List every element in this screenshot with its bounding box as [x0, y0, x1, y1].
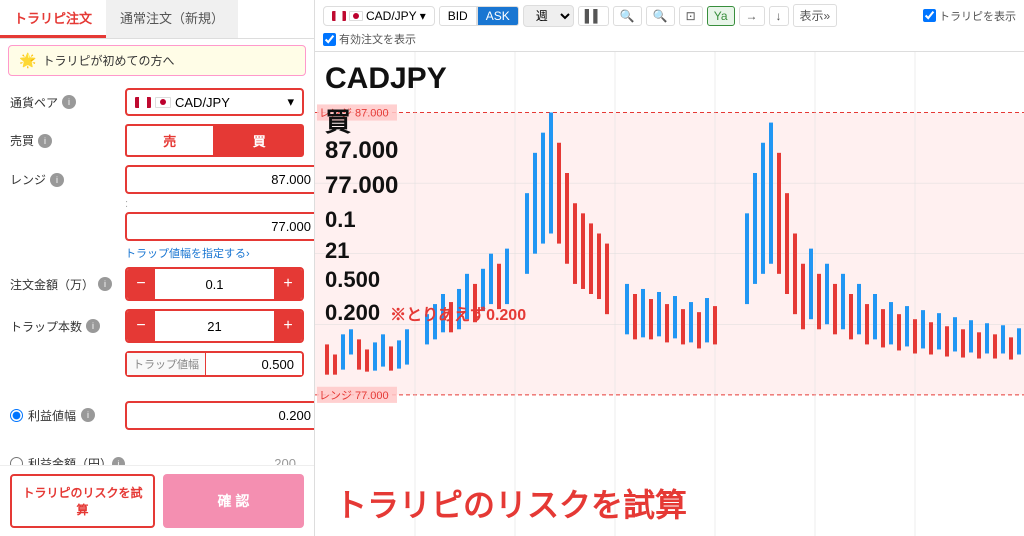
svg-text:レンジ 77.000: レンジ 77.000 — [319, 390, 389, 402]
range-high-input[interactable] — [125, 165, 314, 194]
risk-calc-button[interactable]: トラリピのリスクを試算 — [10, 474, 155, 528]
zoom-out-icon[interactable]: 🔍 — [613, 6, 642, 26]
chart-canada-flag — [332, 11, 346, 21]
confirm-button[interactable]: 確 認 — [163, 474, 304, 528]
chart-canvas: レンジ 87.000 レンジ 77.000 CADJPY 買 87.000 77… — [315, 52, 1024, 536]
trap-pitch-link[interactable]: トラップ値幅を指定する› — [125, 245, 304, 261]
range-low-row — [10, 212, 304, 241]
buy-sell-label: 売買 i — [10, 132, 125, 149]
canada-flag — [135, 97, 151, 108]
currency-value: CAD/JPY — [175, 95, 230, 110]
trap-pitch-row: トラップ値幅 0.500 — [10, 351, 304, 377]
tab-toraripi[interactable]: トラリピ注文 — [0, 0, 106, 38]
valid-orders-checkbox[interactable]: 有効注文を表示 — [323, 31, 416, 47]
banner-text: トラリピが初めての方へ — [42, 52, 174, 69]
zoom-in-icon[interactable]: 🔍 — [646, 6, 675, 26]
flag-group: CAD/JPY — [135, 95, 230, 110]
profit-width-row: 利益値幅 i ※とりあえず0.200 — [10, 385, 304, 445]
star-icon: 🌟 — [19, 52, 36, 69]
currency-pair-row: 通貨ペア i CAD/JPY ▾ — [10, 88, 304, 116]
trap-count-label: トラップ本数 i — [10, 318, 125, 335]
buy-sell-info-icon[interactable]: i — [38, 134, 52, 148]
currency-pair-label: 通貨ペア i — [10, 94, 125, 111]
chart-currency-label: CAD/JPY — [366, 9, 417, 23]
beginner-banner[interactable]: 🌟 トラリピが初めての方へ — [8, 45, 306, 76]
range-row: レンジ i — [10, 165, 304, 194]
order-amount-plus[interactable]: + — [274, 269, 302, 299]
order-amount-minus[interactable]: − — [127, 269, 155, 299]
order-amount-stepper: − 0.1 + — [125, 267, 304, 301]
arrow-right-icon[interactable]: → — [739, 6, 765, 26]
range-info-icon[interactable]: i — [50, 173, 64, 187]
ask-button[interactable]: ASK — [477, 6, 519, 26]
range-label: レンジ i — [10, 171, 125, 188]
period-selector[interactable]: 週 — [523, 5, 574, 27]
chart-currency-selector[interactable]: CAD/JPY ▾ — [323, 6, 435, 26]
tab-bar: トラリピ注文 通常注文（新規） — [0, 0, 314, 39]
profit-yen-label: 利益金額（円） i — [10, 455, 125, 465]
trap-count-minus[interactable]: − — [127, 311, 155, 341]
display-btn[interactable]: 表示» — [793, 4, 838, 27]
form-footer: トラリピのリスクを試算 確 認 — [0, 465, 314, 536]
profit-width-radio[interactable] — [10, 409, 23, 422]
toraripi-display-checkbox[interactable]: トラリピを表示 — [923, 8, 1016, 24]
y-axis-icon[interactable]: Ya — [707, 6, 735, 26]
sell-button[interactable]: 売 — [125, 124, 215, 157]
price-chart-svg: レンジ 87.000 レンジ 77.000 — [315, 52, 1024, 536]
trap-count-row: トラップ本数 i − 21 + — [10, 309, 304, 343]
bid-button[interactable]: BID — [439, 6, 477, 26]
trap-pitch-field: トラップ値幅 0.500 — [125, 351, 304, 377]
profit-yen-row: 利益金額（円） i 200 — [10, 451, 304, 465]
chart-panel: CAD/JPY ▾ BID ASK 週 ▌▌ 🔍 🔍 ⊡ Ya → ↓ 表示» … — [315, 0, 1024, 536]
trap-count-value: 21 — [155, 319, 274, 334]
order-form: 通貨ペア i CAD/JPY ▾ 売買 i — [0, 82, 314, 465]
chevron-down-icon: ▾ — [287, 94, 294, 110]
currency-select[interactable]: CAD/JPY ▾ — [125, 88, 304, 116]
svg-text:レンジ 87.000: レンジ 87.000 — [319, 107, 389, 119]
profit-yen-info-icon[interactable]: i — [112, 457, 125, 466]
chart-toolbar: CAD/JPY ▾ BID ASK 週 ▌▌ 🔍 🔍 ⊡ Ya → ↓ 表示» … — [315, 0, 1024, 52]
order-amount-value: 0.1 — [155, 277, 274, 292]
currency-info-icon[interactable]: i — [62, 95, 76, 109]
zoom-fit-icon[interactable]: ⊡ — [679, 6, 703, 26]
buy-sell-row: 売買 i 売 買 — [10, 124, 304, 157]
trap-pitch-value: 0.500 — [206, 354, 302, 375]
order-amount-row: 注文金額（万） i − 0.1 + — [10, 267, 304, 301]
order-amount-info-icon[interactable]: i — [98, 277, 112, 291]
trap-count-plus[interactable]: + — [274, 311, 302, 341]
buy-sell-toggle: 売 買 — [125, 124, 304, 157]
trap-pitch-label-text: トラップ値幅 — [127, 353, 206, 375]
bar-chart-icon[interactable]: ▌▌ — [578, 6, 609, 26]
buy-button[interactable]: 買 — [215, 124, 305, 157]
download-icon[interactable]: ↓ — [769, 6, 789, 26]
trap-count-stepper: − 21 + — [125, 309, 304, 343]
profit-yen-value: 200 — [125, 451, 304, 465]
profit-width-label: 利益値幅 i — [10, 407, 125, 424]
order-amount-label: 注文金額（万） i — [10, 276, 125, 293]
profit-width-info-icon[interactable]: i — [81, 408, 95, 422]
bid-ask-toggle: BID ASK — [439, 6, 519, 26]
japan-flag — [155, 97, 171, 108]
tab-normal-order[interactable]: 通常注文（新規） — [106, 0, 238, 38]
trap-count-info-icon[interactable]: i — [86, 319, 100, 333]
range-separator: : — [125, 198, 304, 210]
chevron-down-icon: ▾ — [420, 9, 426, 23]
profit-width-input[interactable] — [125, 401, 314, 430]
chart-japan-flag — [349, 11, 363, 21]
range-low-input[interactable] — [125, 212, 314, 241]
profit-yen-radio[interactable] — [10, 457, 23, 465]
